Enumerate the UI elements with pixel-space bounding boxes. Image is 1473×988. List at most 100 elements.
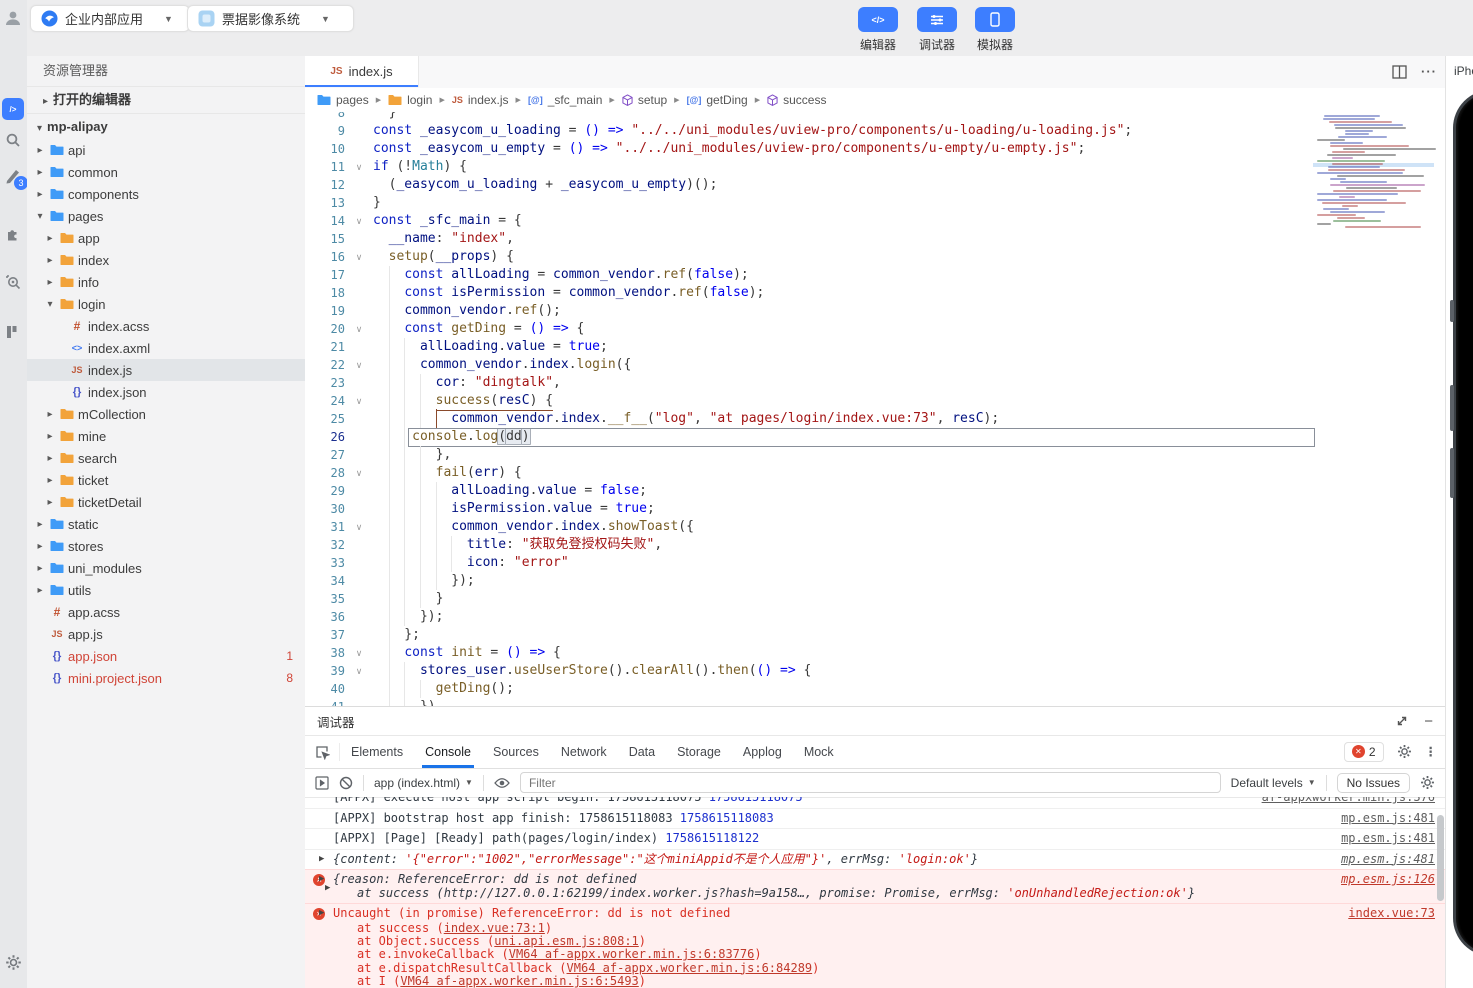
console-filter-input[interactable] bbox=[520, 772, 1221, 793]
code-line-27[interactable]: 27 }, bbox=[305, 446, 1445, 464]
code-line-20[interactable]: 20∨ const getDing = () => { bbox=[305, 320, 1445, 338]
debugger-view-button[interactable] bbox=[917, 7, 957, 32]
code-line-19[interactable]: 19 common_vendor.ref(); bbox=[305, 302, 1445, 320]
breadcrumb-login[interactable]: login bbox=[388, 93, 432, 107]
search-icon[interactable] bbox=[1, 128, 25, 152]
code-line-25[interactable]: 25 common_vendor.index.__f__("log", "at … bbox=[305, 410, 1445, 428]
code-line-12[interactable]: 12 (_easycom_u_loading + _easycom_u_empt… bbox=[305, 176, 1445, 194]
tree-item-app.js[interactable]: JSapp.js bbox=[27, 623, 305, 645]
tree-item-index.json[interactable]: {}index.json bbox=[27, 381, 305, 403]
fold-arrow-icon[interactable]: ∨ bbox=[351, 248, 367, 266]
error-count-badge[interactable]: ✕ 2 bbox=[1344, 742, 1384, 762]
code-line-23[interactable]: 23 cor: "dingtalk", bbox=[305, 374, 1445, 392]
code-line-32[interactable]: 32 title: "获取免登授权码失败", bbox=[305, 536, 1445, 554]
code-line-31[interactable]: 31∨ common_vendor.index.showToast({ bbox=[305, 518, 1445, 536]
breadcrumb-pages[interactable]: pages bbox=[317, 93, 369, 107]
expand-panel-icon[interactable] bbox=[1396, 715, 1408, 727]
code-line-38[interactable]: 38∨ const init = () => { bbox=[305, 644, 1445, 662]
source-link[interactable]: index.vue:73:1 bbox=[444, 921, 545, 935]
code-line-36[interactable]: 36 }); bbox=[305, 608, 1445, 626]
issues-button[interactable]: No Issues bbox=[1337, 773, 1410, 793]
code-line-28[interactable]: 28∨ fail(err) { bbox=[305, 464, 1445, 482]
code-line-8[interactable]: 8 } bbox=[305, 112, 1445, 122]
code-line-21[interactable]: 21 allLoading.value = true; bbox=[305, 338, 1445, 356]
source-link[interactable]: mp.esm.js:481 bbox=[1341, 812, 1435, 826]
tree-item-mine[interactable]: ▸mine bbox=[27, 425, 305, 447]
code-line-30[interactable]: 30 isPermission.value = true; bbox=[305, 500, 1445, 518]
code-line-35[interactable]: 35 } bbox=[305, 590, 1445, 608]
iphone-simulator[interactable] bbox=[1453, 90, 1473, 956]
source-link[interactable]: index.vue:73 bbox=[1348, 907, 1435, 921]
tree-item-index[interactable]: ▸index bbox=[27, 249, 305, 271]
more-actions-icon[interactable]: ··· bbox=[1421, 64, 1437, 79]
code-line-14[interactable]: 14∨const _sfc_main = { bbox=[305, 212, 1445, 230]
source-link[interactable]: VM64 af-appx.worker.min.js:6:5493 bbox=[400, 974, 638, 988]
tree-item-info[interactable]: ▸info bbox=[27, 271, 305, 293]
console-scrollbar[interactable] bbox=[1437, 815, 1444, 901]
tree-item-ticketDetail[interactable]: ▸ticketDetail bbox=[27, 491, 305, 513]
code-line-33[interactable]: 33 icon: "error" bbox=[305, 554, 1445, 572]
tree-item-static[interactable]: ▸static bbox=[27, 513, 305, 535]
console-settings-icon[interactable] bbox=[1420, 775, 1435, 790]
tree-item-index.acss[interactable]: #index.acss bbox=[27, 315, 305, 337]
devtools-more-icon[interactable]: ⋮ bbox=[1425, 744, 1438, 759]
expand-caret-icon[interactable]: ▶ bbox=[325, 882, 330, 896]
tree-item-components[interactable]: ▸components bbox=[27, 183, 305, 205]
source-link[interactable]: VM64 af-appx.worker.min.js:6:84289 bbox=[567, 961, 813, 975]
fold-arrow-icon[interactable]: ∨ bbox=[351, 320, 367, 338]
code-line-26[interactable]: 26 console.log(dd) bbox=[305, 428, 1445, 446]
code-line-17[interactable]: 17 const allLoading = common_vendor.ref(… bbox=[305, 266, 1445, 284]
code-line-9[interactable]: 9const _easycom_u_loading = () => "../..… bbox=[305, 122, 1445, 140]
tree-item-index.axml[interactable]: <>index.axml bbox=[27, 337, 305, 359]
devtools-tab-applog[interactable]: Applog bbox=[732, 737, 793, 768]
code-line-24[interactable]: 24∨ success(resC) { bbox=[305, 392, 1445, 410]
console-panel-icon[interactable] bbox=[1, 320, 25, 344]
code-line-29[interactable]: 29 allLoading.value = false; bbox=[305, 482, 1445, 500]
tab-index-js[interactable]: JS index.js bbox=[305, 56, 419, 87]
tree-item-app[interactable]: ▸app bbox=[27, 227, 305, 249]
tree-item-api[interactable]: ▸api bbox=[27, 139, 305, 161]
code-line-18[interactable]: 18 const isPermission = common_vendor.re… bbox=[305, 284, 1445, 302]
project-root-row[interactable]: ▾mp-alipay bbox=[27, 114, 305, 139]
code-line-41[interactable]: 41 }) bbox=[305, 698, 1445, 706]
console-row-object[interactable]: ▶{content: '{"error":"1002","errorMessag… bbox=[305, 849, 1445, 870]
expand-caret-icon[interactable]: ▶ bbox=[319, 907, 324, 921]
fold-arrow-icon[interactable]: ∨ bbox=[351, 356, 367, 374]
source-link[interactable]: mp.esm.js:126 bbox=[1341, 873, 1435, 887]
breadcrumb-_sfc_main[interactable]: [@]_sfc_main bbox=[528, 93, 602, 107]
expand-caret-icon[interactable]: ▶ bbox=[319, 853, 324, 867]
code-line-40[interactable]: 40 getDing(); bbox=[305, 680, 1445, 698]
devtools-settings-icon[interactable] bbox=[1397, 744, 1412, 759]
expand-caret-icon[interactable]: ▶ bbox=[319, 873, 324, 887]
code-line-22[interactable]: 22∨ common_vendor.index.login({ bbox=[305, 356, 1445, 374]
fold-arrow-icon[interactable]: ∨ bbox=[351, 518, 367, 536]
edit-marker-icon[interactable]: 3 bbox=[1, 164, 25, 188]
devtools-tab-network[interactable]: Network bbox=[550, 737, 618, 768]
tree-item-pages[interactable]: ▾pages bbox=[27, 205, 305, 227]
source-link[interactable]: af-appxworker.min.js:376 bbox=[1262, 797, 1435, 805]
app-scope-select[interactable]: 企业内部应用 ▼ bbox=[30, 5, 190, 32]
tree-item-stores[interactable]: ▸stores bbox=[27, 535, 305, 557]
tree-item-mini.project.json[interactable]: {}mini.project.json8 bbox=[27, 667, 305, 689]
fold-arrow-icon[interactable]: ∨ bbox=[351, 644, 367, 662]
code-line-13[interactable]: 13} bbox=[305, 194, 1445, 212]
fold-arrow-icon[interactable]: ∨ bbox=[351, 464, 367, 482]
code-line-39[interactable]: 39∨ stores_user.useUserStore().clearAll(… bbox=[305, 662, 1445, 680]
devtools-tab-console[interactable]: Console bbox=[414, 737, 482, 768]
simulator-view-button[interactable] bbox=[975, 7, 1015, 32]
tree-item-index.js[interactable]: JSindex.js bbox=[27, 359, 305, 381]
minimap[interactable] bbox=[1317, 115, 1430, 235]
split-editor-icon[interactable] bbox=[1392, 65, 1407, 79]
source-link[interactable]: mp.esm.js:481 bbox=[1341, 853, 1435, 867]
tree-item-uni_modules[interactable]: ▸uni_modules bbox=[27, 557, 305, 579]
devtools-tab-sources[interactable]: Sources bbox=[482, 737, 550, 768]
clear-console-icon[interactable] bbox=[339, 776, 353, 790]
log-levels-select[interactable]: Default levels▼ bbox=[1231, 776, 1316, 790]
tree-item-login[interactable]: ▾login bbox=[27, 293, 305, 315]
devtools-tab-mock[interactable]: Mock bbox=[793, 737, 845, 768]
fold-arrow-icon[interactable]: ∨ bbox=[351, 662, 367, 680]
project-select[interactable]: 票据影像系统 ▼ bbox=[187, 5, 354, 32]
breadcrumb-success[interactable]: success bbox=[767, 93, 826, 107]
tree-item-ticket[interactable]: ▸ticket bbox=[27, 469, 305, 491]
plugin-icon[interactable] bbox=[1, 222, 25, 246]
